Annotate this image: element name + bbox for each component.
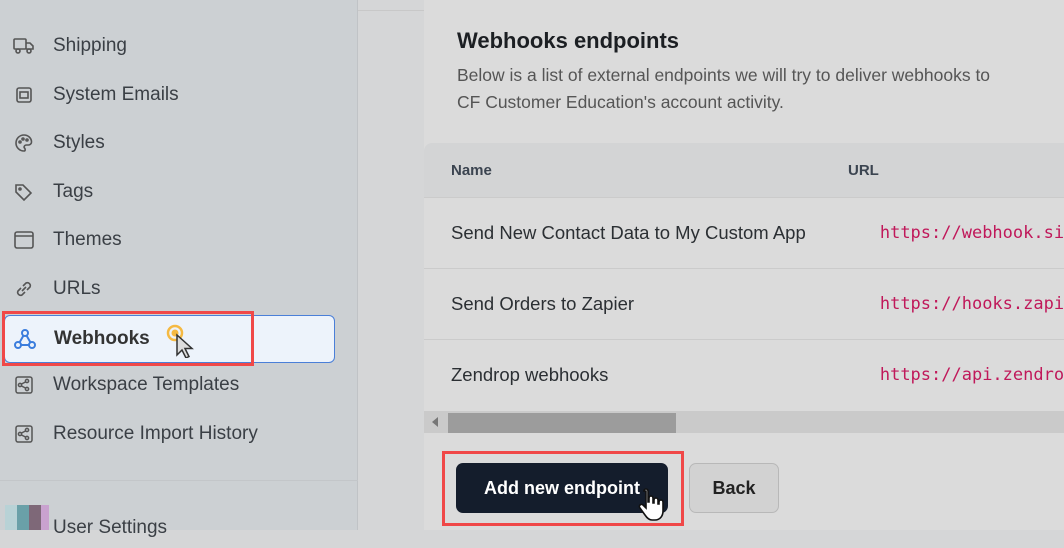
endpoint-url: https://hooks.zapi: [879, 294, 1064, 314]
sidebar-item-label: Workspace Templates: [53, 374, 240, 395]
sidebar-item-tags[interactable]: Tags: [12, 172, 93, 212]
link-icon: [12, 277, 36, 301]
tag-icon: [12, 180, 36, 204]
endpoints-table: Name URL Send New Contact Data to My Cust…: [424, 143, 1064, 410]
sidebar-item-label: User Settings: [53, 517, 168, 538]
back-button[interactable]: Back: [689, 463, 779, 513]
sidebar-item-label: URLs: [53, 278, 101, 299]
endpoint-url: https://api.zendro: [879, 365, 1064, 385]
table-row[interactable]: Send New Contact Data to My Custom App ht…: [424, 197, 1064, 268]
share-icon: [12, 422, 36, 446]
column-header-name: Name: [451, 161, 492, 179]
hand-cursor-icon: [636, 488, 666, 529]
sidebar-item-system-emails[interactable]: System Emails: [12, 75, 179, 115]
description-line: Below is a list of external endpoints we…: [457, 65, 991, 85]
endpoint-name: Zendrop webhooks: [451, 364, 609, 385]
endpoint-name: Send Orders to Zapier: [451, 293, 635, 314]
column-header-url: URL: [848, 161, 879, 179]
sidebar-item-label: Resource Import History: [53, 423, 258, 444]
sidebar-item-label: Shipping: [53, 35, 127, 56]
mail-icon: [12, 83, 36, 107]
endpoint-name: Send New Contact Data to My Custom App: [451, 222, 806, 243]
sidebar-item-resource-import-history[interactable]: Resource Import History: [12, 414, 258, 454]
description-line: CF Customer Education's account activity…: [457, 92, 784, 112]
sidebar-item-label: Themes: [53, 229, 122, 250]
page-description: Below is a list of external endpoints we…: [457, 62, 990, 116]
palette-icon: [12, 131, 36, 155]
sidebar-item-user-settings[interactable]: User Settings: [53, 508, 167, 548]
window-icon: [12, 228, 36, 252]
divider: [0, 480, 358, 481]
avatar: [5, 505, 49, 530]
page-title: Webhooks endpoints: [457, 28, 680, 53]
table-header: Name URL: [424, 143, 1064, 197]
scrollbar-thumb[interactable]: [448, 413, 676, 433]
sidebar-item-label: Tags: [53, 181, 94, 202]
sidebar-item-label: System Emails: [53, 84, 179, 105]
share-icon: [12, 373, 36, 397]
table-row[interactable]: Zendrop webhooks https://api.zendro: [424, 339, 1064, 410]
truck-icon: [12, 34, 36, 58]
table-row[interactable]: Send Orders to Zapier https://hooks.zapi: [424, 268, 1064, 339]
sidebar-item-label: Styles: [53, 132, 105, 153]
sidebar: Shipping System Emails Styles Tags Theme…: [0, 0, 358, 538]
horizontal-scrollbar[interactable]: [424, 411, 1064, 433]
sidebar-item-urls[interactable]: URLs: [12, 269, 101, 309]
scroll-left-icon[interactable]: [432, 417, 438, 427]
highlight-box: [2, 311, 254, 366]
sidebar-item-themes[interactable]: Themes: [12, 220, 122, 260]
sidebar-item-styles[interactable]: Styles: [12, 123, 105, 163]
sidebar-item-workspace-templates[interactable]: Workspace Templates: [12, 365, 239, 405]
endpoint-url: https://webhook.si: [879, 223, 1064, 243]
sidebar-item-shipping[interactable]: Shipping: [12, 26, 127, 66]
